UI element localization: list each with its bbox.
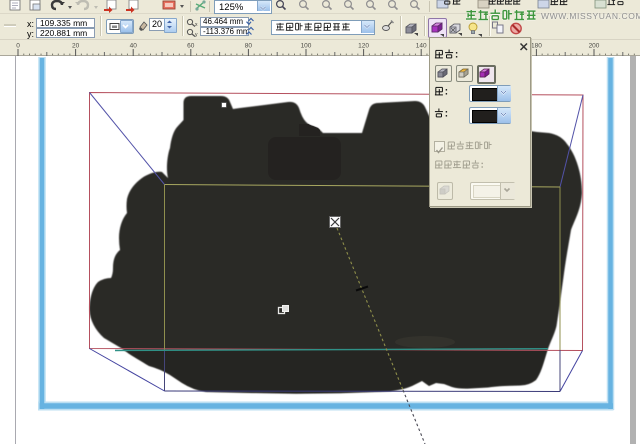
svg-text:180: 180 xyxy=(531,43,542,50)
svg-text:y: y xyxy=(195,32,198,37)
svg-text:40: 40 xyxy=(130,43,138,50)
svg-text:140: 140 xyxy=(416,43,427,50)
svg-text:60: 60 xyxy=(187,43,195,50)
svg-text:100: 100 xyxy=(301,43,312,50)
svg-text:20: 20 xyxy=(72,43,80,50)
svg-text:80: 80 xyxy=(245,43,253,50)
svg-text:200: 200 xyxy=(589,43,600,50)
svg-text:120: 120 xyxy=(358,43,369,50)
svg-text:0: 0 xyxy=(16,43,20,50)
